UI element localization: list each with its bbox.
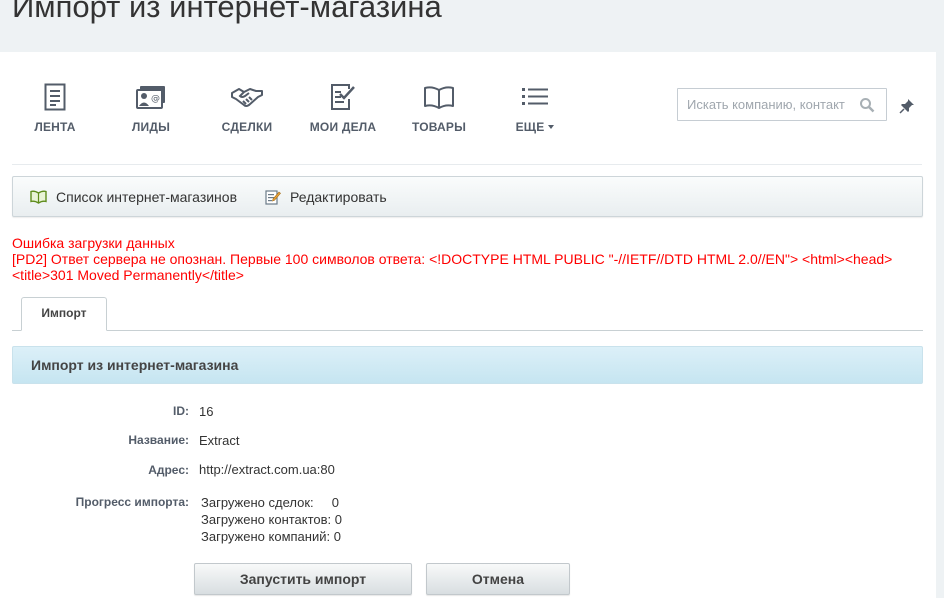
- menu-item-tasks[interactable]: МОИ ДЕЛА: [295, 74, 391, 140]
- edit-label: Редактировать: [290, 189, 387, 205]
- error-title: Ошибка загрузки данных: [12, 235, 175, 251]
- tasks-icon: [295, 80, 391, 114]
- handshake-icon: [199, 80, 295, 114]
- section-header: Импорт из интернет-магазина: [12, 346, 923, 384]
- page-title: Импорт из интернет-магазина: [12, 0, 442, 24]
- menu-item-leads[interactable]: @ ЛИДЫ: [103, 74, 199, 140]
- search-icon[interactable]: [859, 97, 875, 113]
- menu-item-more[interactable]: ЕЩЕ: [487, 74, 583, 140]
- divider: [12, 164, 922, 165]
- shop-list-button[interactable]: Список интернет-магазинов: [30, 188, 237, 206]
- progress-deals: Загружено сделок: 0: [201, 495, 339, 510]
- leads-icon: @: [103, 80, 199, 114]
- menu-item-label: МОИ ДЕЛА: [309, 120, 377, 134]
- feed-icon: [7, 80, 103, 114]
- main-content: ЛЕНТА @ ЛИДЫ СДЕЛКИ МОИ ДЕЛА ТОВАРЫ ЕЩЕ …: [0, 52, 936, 598]
- id-value: 16: [199, 404, 214, 419]
- menu-item-label: ЛЕНТА: [34, 120, 76, 134]
- menu-item-goods[interactable]: ТОВАРЫ: [391, 74, 487, 140]
- tab-import[interactable]: Импорт: [21, 297, 107, 331]
- caret-down-icon: [548, 125, 555, 129]
- crm-menu: ЛЕНТА @ ЛИДЫ СДЕЛКИ МОИ ДЕЛА ТОВАРЫ ЕЩЕ: [12, 74, 652, 144]
- address-label: Адрес:: [148, 463, 189, 477]
- toolbar: Список интернет-магазинов Редактировать: [12, 176, 923, 217]
- shop-list-label: Список интернет-магазинов: [56, 189, 238, 205]
- name-value: Extract: [199, 433, 240, 448]
- section-title: Импорт из интернет-магазина: [31, 357, 239, 373]
- menu-item-label: ЕЩЕ: [487, 120, 583, 134]
- error-message: Ошибка загрузки данных [PD2] Ответ серве…: [12, 235, 912, 283]
- menu-item-deals[interactable]: СДЕЛКИ: [199, 74, 295, 140]
- edit-icon: [265, 190, 281, 205]
- book-icon: [391, 80, 487, 114]
- menu-item-label: ТОВАРЫ: [411, 120, 467, 134]
- book-icon: [30, 190, 47, 204]
- address-value: http://extract.com.ua:80: [199, 462, 335, 477]
- menu-item-label: ЛИДЫ: [131, 120, 171, 134]
- search-input[interactable]: [678, 89, 856, 120]
- name-label: Название:: [128, 433, 189, 447]
- search-box: [677, 88, 887, 121]
- svg-text:@: @: [151, 94, 160, 104]
- pin-icon[interactable]: [899, 98, 915, 114]
- progress-contacts: Загружено контактов: 0: [201, 512, 343, 527]
- id-label: ID:: [173, 404, 189, 418]
- edit-button[interactable]: Редактировать: [265, 188, 387, 206]
- progress-companies: Загружено компаний: 0: [201, 529, 341, 544]
- page-edge: [936, 52, 944, 598]
- cancel-button[interactable]: Отмена: [426, 563, 570, 595]
- menu-item-label: СДЕЛКИ: [221, 120, 273, 134]
- list-icon: [487, 80, 583, 114]
- tabs-underline: [12, 330, 923, 331]
- progress-label: Прогресс импорта:: [75, 495, 189, 509]
- start-import-button[interactable]: Запустить импорт: [194, 563, 412, 595]
- menu-item-feed[interactable]: ЛЕНТА: [7, 74, 103, 140]
- error-detail: [PD2] Ответ сервера не опознан. Первые 1…: [12, 251, 893, 283]
